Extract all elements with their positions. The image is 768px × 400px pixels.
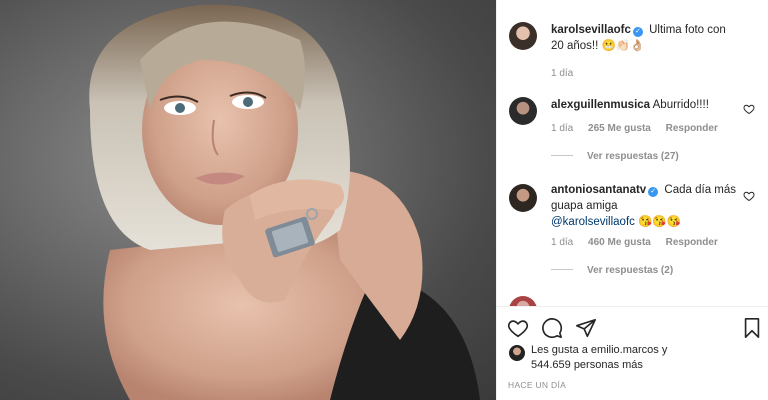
view-replies-label[interactable]: Ver respuestas (27) <box>587 151 679 162</box>
verified-badge-icon: ✓ <box>648 187 659 197</box>
author-username[interactable]: karolsevillaofc <box>551 24 631 36</box>
comments-list[interactable]: karolsevillaofc ✓ Ultima foto con 20 años… <box>497 0 768 306</box>
likes-summary[interactable]: Les gusta a emilio.marcos y 544.659 pers… <box>509 343 749 373</box>
bookmark-icon[interactable] <box>741 317 763 339</box>
likes-text: Les gusta a emilio.marcos y 544.659 pers… <box>509 343 749 373</box>
comment-item-partial <box>509 296 759 306</box>
comment-likes[interactable]: 265 Me gusta <box>588 123 651 134</box>
comment-emoji: 😘😘😘 <box>638 216 682 228</box>
commenter-username[interactable]: alexguillenmusica <box>551 99 650 111</box>
reply-button[interactable]: Responder <box>666 123 718 134</box>
comment-icon[interactable] <box>541 317 563 339</box>
post-timestamp: HACE UN DÍA <box>508 380 567 390</box>
comment-body: Aburrido!!!! <box>652 99 709 111</box>
author-avatar[interactable] <box>509 22 537 50</box>
heart-icon[interactable] <box>743 103 755 115</box>
post-sidebar: karolsevillaofc ✓ Ultima foto con 20 años… <box>496 0 768 400</box>
commenter-username[interactable]: antoniosantanatv <box>551 184 646 196</box>
verified-badge-icon: ✓ <box>632 27 643 37</box>
comment-text: alexguillenmusica Aburrido!!!! <box>551 97 741 113</box>
mention-link[interactable]: @karolsevillaofc <box>551 216 635 228</box>
comment-meta: 1 día 265 Me gusta Responder <box>551 123 730 134</box>
caption-time: 1 día <box>551 68 574 79</box>
replies-divider <box>551 155 573 156</box>
commenter-avatar[interactable] <box>509 184 537 212</box>
view-replies-label[interactable]: Ver respuestas (2) <box>587 265 673 276</box>
comment-likes[interactable]: 460 Me gusta <box>588 237 651 248</box>
heart-icon[interactable] <box>507 317 529 339</box>
likes-line-2[interactable]: 544.659 personas más <box>531 359 643 371</box>
heart-icon[interactable] <box>743 190 755 202</box>
commenter-avatar[interactable] <box>509 97 537 125</box>
comment-item: antoniosantanatv ✓ Cada día más guapa ami… <box>509 182 759 292</box>
post-caption: karolsevillaofc ✓ Ultima foto con 20 años… <box>509 20 759 80</box>
comment-text: antoniosantanatv ✓ Cada día más guapa ami… <box>551 182 741 230</box>
post-photo[interactable] <box>0 0 496 400</box>
likes-line-1: Les gusta a emilio.marcos y <box>531 344 668 356</box>
caption-meta: 1 día <box>551 68 585 79</box>
comment-time: 1 día <box>551 123 574 134</box>
comment-meta: 1 día 460 Me gusta Responder <box>551 237 730 248</box>
view-replies-button[interactable]: Ver respuestas (2) <box>551 265 673 276</box>
reply-button[interactable]: Responder <box>666 237 718 248</box>
comment-time: 1 día <box>551 237 574 248</box>
comment-item: alexguillenmusica Aburrido!!!! 1 día 265… <box>509 95 759 170</box>
send-icon[interactable] <box>575 317 597 339</box>
commenter-avatar[interactable] <box>509 296 537 306</box>
liker-avatar[interactable] <box>509 345 525 361</box>
caption-text: karolsevillaofc ✓ Ultima foto con 20 años… <box>551 22 741 54</box>
portrait-image <box>89 4 480 400</box>
view-replies-button[interactable]: Ver respuestas (27) <box>551 151 679 162</box>
replies-divider <box>551 269 573 270</box>
